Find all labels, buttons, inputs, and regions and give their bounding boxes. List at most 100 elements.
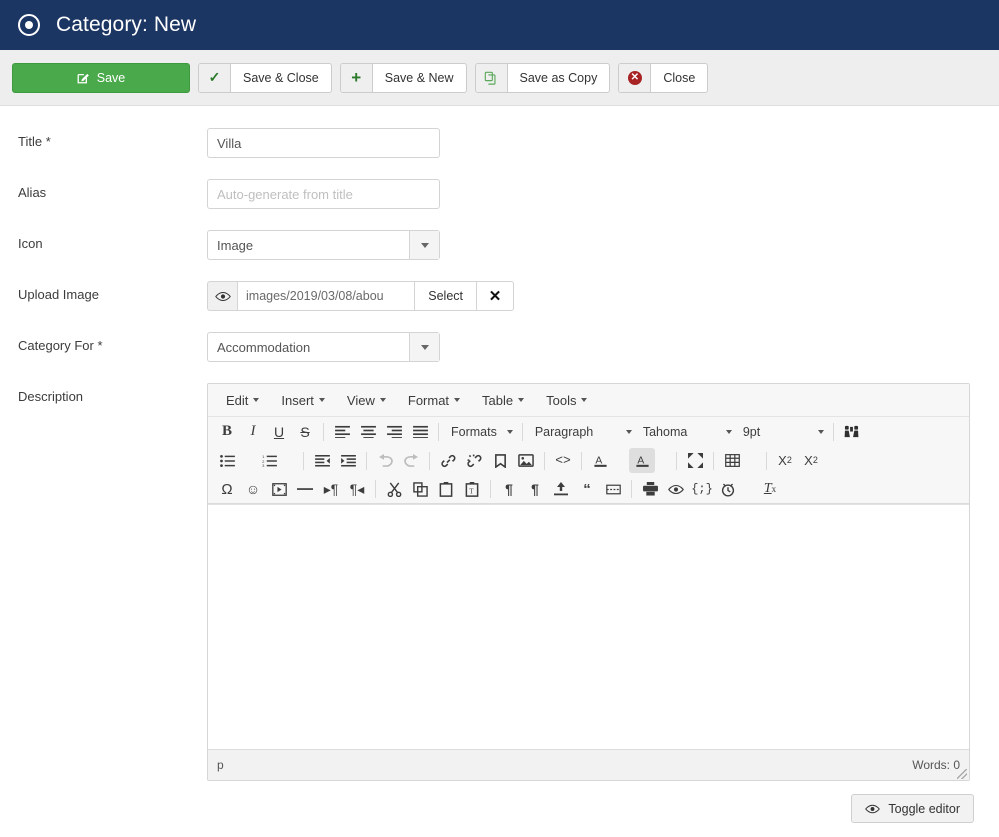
page-break-icon[interactable] bbox=[600, 477, 626, 502]
undo-icon[interactable] bbox=[372, 448, 398, 473]
table-icon[interactable] bbox=[719, 448, 745, 473]
svg-text:3: 3 bbox=[262, 463, 265, 467]
paste-text-icon[interactable]: T bbox=[459, 477, 485, 502]
field-row-upload-image: Upload Image images/2019/03/08/abou Sele… bbox=[0, 281, 999, 311]
menu-table-label: Table bbox=[482, 392, 514, 408]
close-button[interactable]: ✕ Close bbox=[618, 62, 709, 93]
title-input[interactable] bbox=[207, 128, 440, 158]
divider bbox=[713, 451, 714, 470]
text-color-icon[interactable]: A bbox=[587, 448, 613, 473]
rtl-icon[interactable]: ¶◂ bbox=[344, 477, 370, 502]
subscript-icon[interactable]: X2 bbox=[772, 448, 798, 473]
insert-date-time-icon[interactable] bbox=[715, 477, 741, 502]
horizontal-rule-icon[interactable] bbox=[292, 477, 318, 502]
chevron-down-icon bbox=[409, 333, 439, 361]
rich-text-editor: Edit Insert View Format Table Tools B I … bbox=[207, 383, 970, 781]
select-image-button[interactable]: Select bbox=[414, 281, 476, 311]
paste-icon[interactable] bbox=[433, 477, 459, 502]
outdent-icon[interactable] bbox=[309, 448, 335, 473]
save-as-copy-button[interactable]: Save as Copy bbox=[474, 62, 611, 93]
copy-icon[interactable] bbox=[407, 477, 433, 502]
menu-edit[interactable]: Edit bbox=[216, 389, 269, 412]
text-color-chevron-down-icon[interactable] bbox=[613, 448, 629, 473]
category-for-select[interactable]: Accommodation bbox=[207, 332, 440, 362]
background-color-chevron-down-icon[interactable] bbox=[655, 448, 671, 473]
underline-icon[interactable]: U bbox=[266, 419, 292, 444]
cut-icon[interactable] bbox=[381, 477, 407, 502]
link-icon[interactable] bbox=[435, 448, 461, 473]
chevron-down-icon bbox=[409, 231, 439, 259]
save-button-label: Save bbox=[96, 70, 126, 85]
divider bbox=[521, 422, 523, 441]
blockquote-icon[interactable]: “ bbox=[574, 477, 600, 502]
bullet-list-chevron-down-icon[interactable] bbox=[240, 448, 256, 473]
strikethrough-icon[interactable]: S bbox=[292, 419, 318, 444]
save-and-new-button[interactable]: + Save & New bbox=[339, 62, 467, 93]
superscript-icon[interactable]: X2 bbox=[798, 448, 824, 473]
element-path[interactable]: p bbox=[217, 758, 224, 772]
toggle-editor-button[interactable]: Toggle editor bbox=[851, 794, 974, 823]
icon-select[interactable]: Image bbox=[207, 230, 440, 260]
editor-menubar: Edit Insert View Format Table Tools bbox=[208, 384, 969, 417]
show-invisible-icon[interactable]: ¶ bbox=[522, 477, 548, 502]
binoculars-icon[interactable] bbox=[839, 419, 865, 444]
redo-icon[interactable] bbox=[398, 448, 424, 473]
menu-view[interactable]: View bbox=[337, 389, 396, 412]
code-sample-icon[interactable]: {;} bbox=[689, 477, 715, 502]
unlink-icon[interactable] bbox=[461, 448, 487, 473]
numbered-list-chevron-down-icon[interactable] bbox=[282, 448, 298, 473]
formats-select[interactable]: Formats bbox=[444, 419, 517, 444]
block-format-select[interactable]: Paragraph bbox=[528, 419, 636, 444]
record-circle-icon bbox=[18, 14, 40, 36]
svg-text:T: T bbox=[469, 487, 474, 495]
source-code-icon[interactable]: <> bbox=[550, 448, 576, 473]
menu-table[interactable]: Table bbox=[472, 389, 534, 412]
table-chevron-down-icon[interactable] bbox=[745, 448, 761, 473]
ltr-icon[interactable]: ▸¶ bbox=[318, 477, 344, 502]
menu-insert[interactable]: Insert bbox=[271, 389, 335, 412]
font-family-select[interactable]: Tahoma bbox=[636, 419, 736, 444]
editor-content-area[interactable] bbox=[208, 504, 969, 749]
menu-format[interactable]: Format bbox=[398, 389, 470, 412]
alias-input[interactable] bbox=[207, 179, 440, 209]
edit-square-icon bbox=[77, 71, 90, 84]
emoticon-icon[interactable]: ☺ bbox=[240, 477, 266, 502]
bullet-list-icon[interactable] bbox=[214, 448, 240, 473]
upload-image-path[interactable]: images/2019/03/08/abou bbox=[237, 281, 415, 311]
special-character-icon[interactable]: Ω bbox=[214, 477, 240, 502]
insert-file-icon[interactable] bbox=[548, 477, 574, 502]
divider bbox=[366, 451, 367, 470]
background-color-icon[interactable]: A bbox=[629, 448, 655, 473]
chevron-down-icon bbox=[817, 429, 824, 434]
fullscreen-icon[interactable] bbox=[682, 448, 708, 473]
font-size-select[interactable]: 9pt bbox=[736, 419, 828, 444]
icon-select-value: Image bbox=[217, 237, 254, 253]
eye-icon[interactable] bbox=[207, 281, 237, 311]
align-center-icon[interactable] bbox=[355, 419, 381, 444]
clear-formatting-icon[interactable]: Tx bbox=[757, 477, 783, 502]
media-icon[interactable] bbox=[266, 477, 292, 502]
indent-icon[interactable] bbox=[335, 448, 361, 473]
image-icon[interactable] bbox=[513, 448, 539, 473]
preview-icon[interactable] bbox=[663, 477, 689, 502]
align-justify-icon[interactable] bbox=[407, 419, 433, 444]
align-left-icon[interactable] bbox=[329, 419, 355, 444]
clear-image-button[interactable]: ✕ bbox=[476, 281, 514, 311]
italic-icon[interactable]: I bbox=[240, 419, 266, 444]
print-icon[interactable] bbox=[637, 477, 663, 502]
anchor-icon[interactable] bbox=[487, 448, 513, 473]
editor-toolbar-row-2: 123 <> A A X 2 X 2 bbox=[208, 446, 969, 475]
svg-text:A: A bbox=[595, 455, 602, 466]
numbered-list-icon[interactable]: 123 bbox=[256, 448, 282, 473]
save-and-close-button[interactable]: ✓ Save & Close bbox=[198, 62, 332, 93]
divider bbox=[323, 422, 324, 441]
show-blocks-icon[interactable]: ¶ bbox=[496, 477, 522, 502]
field-row-title: Title * bbox=[0, 128, 999, 158]
bold-icon[interactable]: B bbox=[214, 419, 240, 444]
date-time-chevron-down-icon[interactable] bbox=[741, 477, 757, 502]
menu-tools[interactable]: Tools bbox=[536, 389, 597, 412]
align-right-icon[interactable] bbox=[381, 419, 407, 444]
save-button[interactable]: Save bbox=[12, 62, 190, 93]
resize-grip[interactable] bbox=[957, 769, 967, 779]
divider bbox=[631, 480, 632, 498]
